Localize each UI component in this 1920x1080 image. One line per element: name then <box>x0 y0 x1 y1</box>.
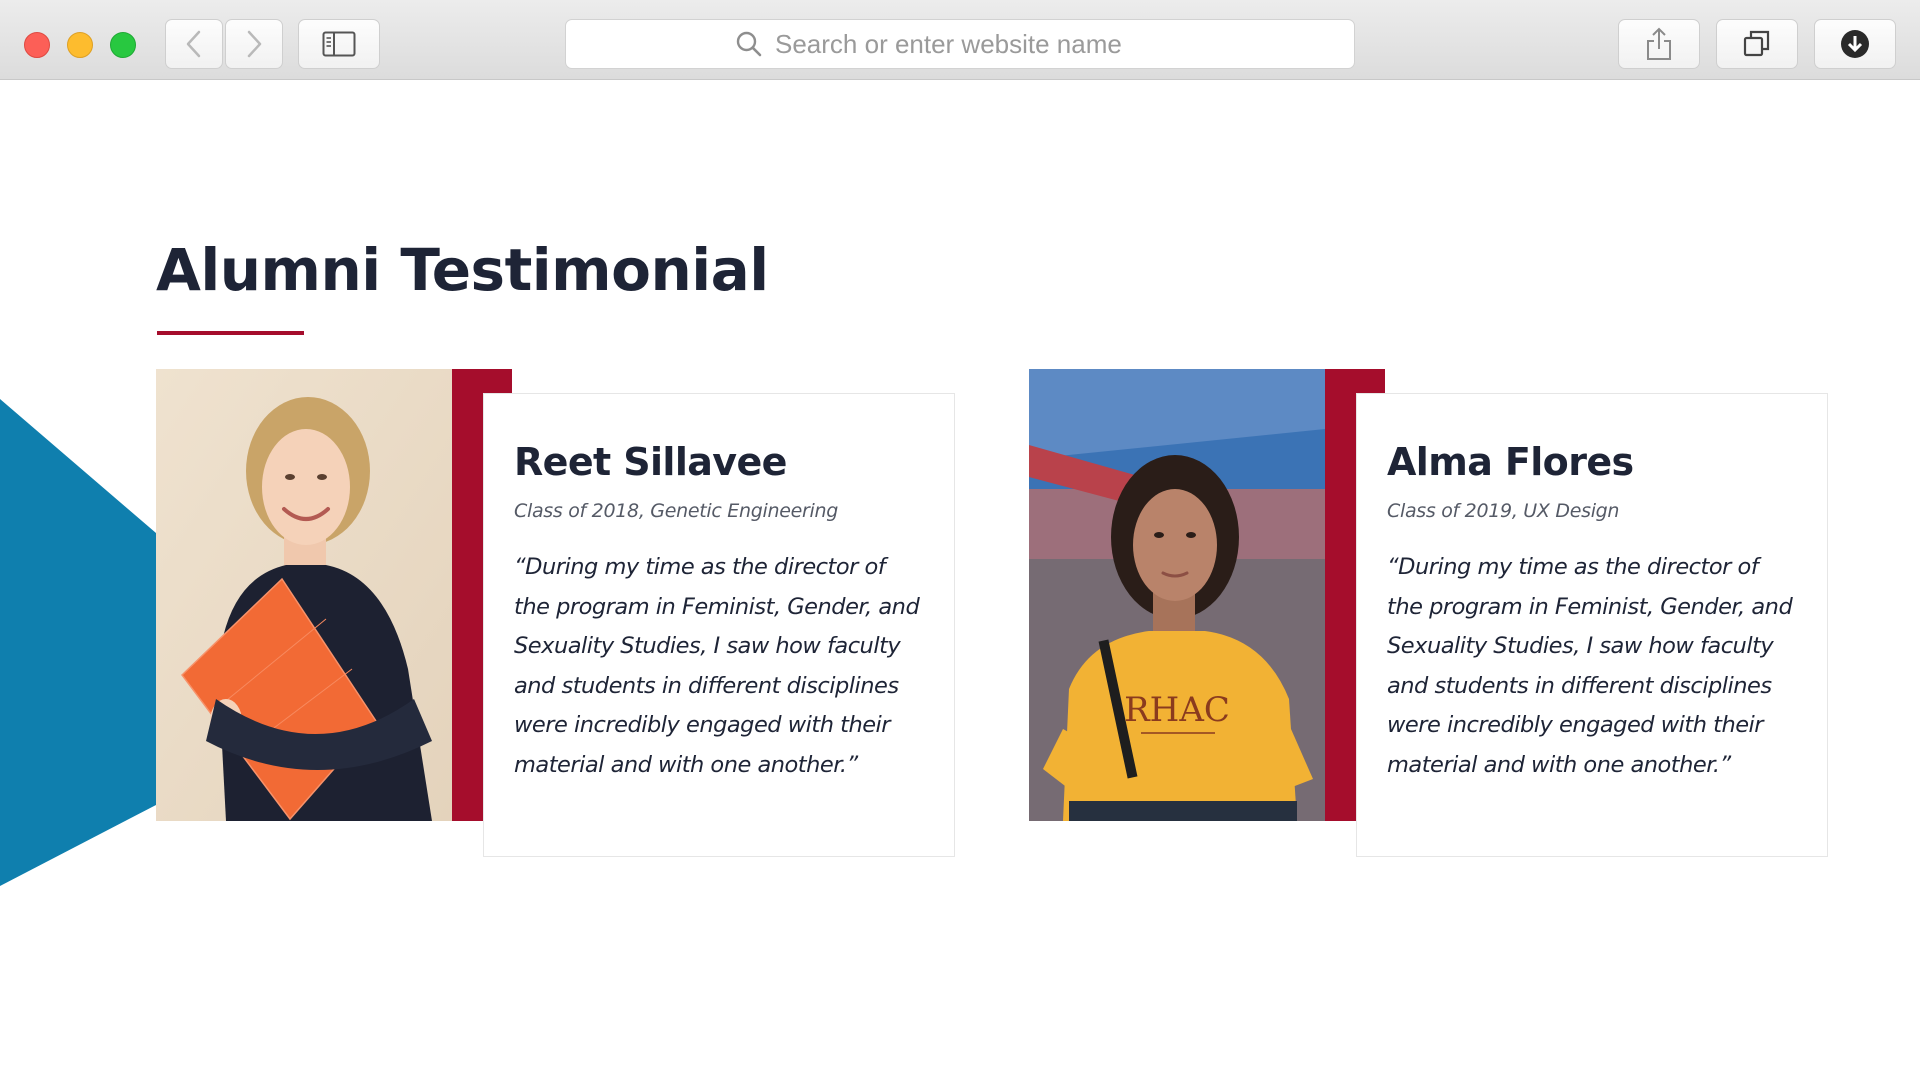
maximize-window-button[interactable] <box>110 32 136 58</box>
alumni-name: Alma Flores <box>1387 440 1634 484</box>
decorative-teal-shape <box>0 399 156 886</box>
download-icon <box>1841 30 1869 58</box>
testimonial-card: Reet Sillavee Class of 2018, Genetic Eng… <box>156 369 956 857</box>
testimonial-text-box: Alma Flores Class of 2019, UX Design “Du… <box>1356 393 1828 857</box>
alumni-name: Reet Sillavee <box>514 440 787 484</box>
share-icon <box>1647 27 1671 60</box>
address-bar[interactable] <box>565 19 1355 69</box>
chevron-left-icon <box>186 30 201 58</box>
testimonial-quote: “During my time as the director of the p… <box>514 554 920 778</box>
browser-toolbar <box>0 0 1920 80</box>
alumni-photo: RHAC <box>1029 369 1325 821</box>
alumni-class-info: Class of 2019, UX Design <box>1387 500 1620 522</box>
testimonial-quote: “During my time as the director of the p… <box>1387 554 1793 778</box>
show-tabs-button[interactable] <box>1716 19 1798 69</box>
testimonial-card: RHAC Alma Flores Class of 2019, UX Desig… <box>1029 369 1829 857</box>
testimonial-text-box: Reet Sillavee Class of 2018, Genetic Eng… <box>483 393 955 857</box>
page-content: Alumni Testimonial Reet Sillavee Class o… <box>0 81 1920 1080</box>
sidebar-toggle-button[interactable] <box>298 19 380 69</box>
share-button[interactable] <box>1618 19 1700 69</box>
tabs-icon <box>1743 30 1770 57</box>
forward-button[interactable] <box>225 19 283 69</box>
title-underline <box>157 331 304 335</box>
page-title: Alumni Testimonial <box>156 236 769 304</box>
navigation-buttons <box>165 19 283 69</box>
search-icon <box>735 30 763 58</box>
downloads-button[interactable] <box>1814 19 1896 69</box>
search-input[interactable] <box>775 28 1185 60</box>
alumni-photo <box>156 369 452 821</box>
minimize-window-button[interactable] <box>67 32 93 58</box>
alumni-class-info: Class of 2018, Genetic Engineering <box>514 500 838 522</box>
svg-text:RHAC: RHAC <box>1124 690 1230 730</box>
back-button[interactable] <box>165 19 223 69</box>
close-window-button[interactable] <box>24 32 50 58</box>
chevron-right-icon <box>247 30 262 58</box>
sidebar-icon <box>322 31 356 57</box>
